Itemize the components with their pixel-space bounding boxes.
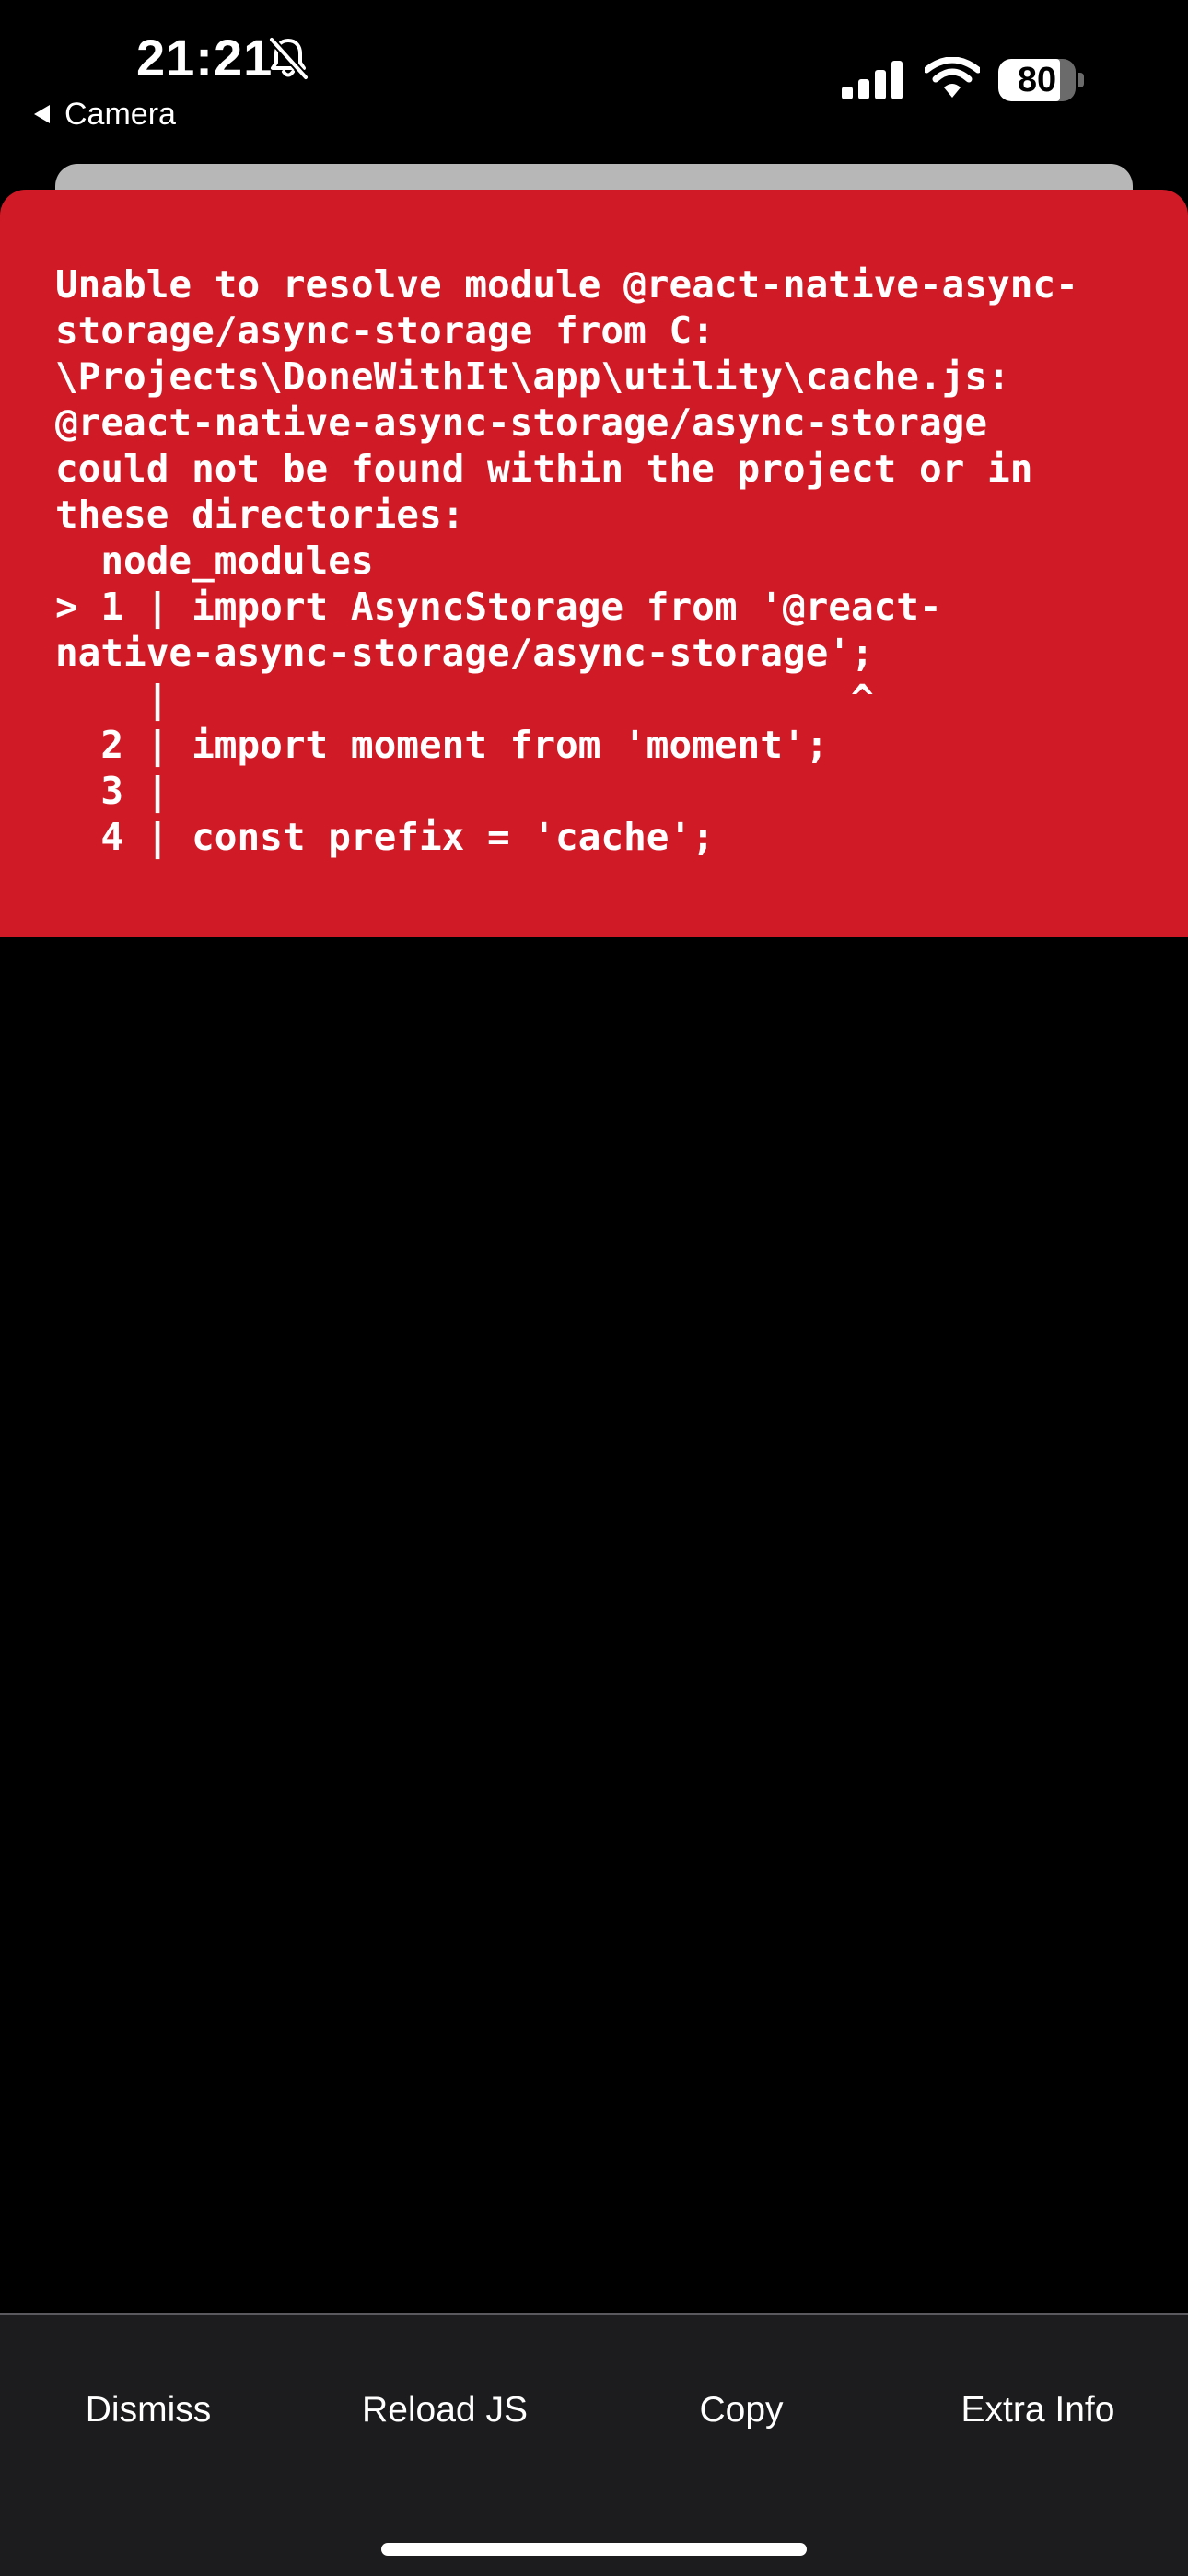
- extra-info-button[interactable]: Extra Info: [890, 2370, 1186, 2451]
- error-panel: Unable to resolve module @react-native-a…: [0, 190, 1188, 937]
- battery-icon: 80: [998, 59, 1084, 101]
- back-link-label: Camera: [64, 96, 176, 132]
- back-to-camera-link[interactable]: Camera: [33, 96, 176, 133]
- battery-percent: 80: [1017, 61, 1057, 99]
- back-arrow-icon: [34, 105, 50, 123]
- error-message: Unable to resolve module @react-native-a…: [55, 262, 1078, 859]
- cellular-signal-icon: [842, 61, 903, 99]
- dismiss-button[interactable]: Dismiss: [0, 2370, 297, 2451]
- reload-js-button[interactable]: Reload JS: [297, 2370, 593, 2451]
- bottom-toolbar: Dismiss Reload JS Copy Extra Info: [0, 2313, 1188, 2576]
- bell-slash-icon: [268, 37, 309, 81]
- battery-cap: [1078, 73, 1084, 87]
- status-time: 21:21: [136, 29, 274, 87]
- home-indicator[interactable]: [381, 2543, 807, 2556]
- status-bar: 21:21 Camera 80: [0, 0, 1188, 157]
- wifi-icon: [925, 57, 980, 98]
- battery-body: 80: [998, 59, 1076, 101]
- copy-button[interactable]: Copy: [593, 2370, 890, 2451]
